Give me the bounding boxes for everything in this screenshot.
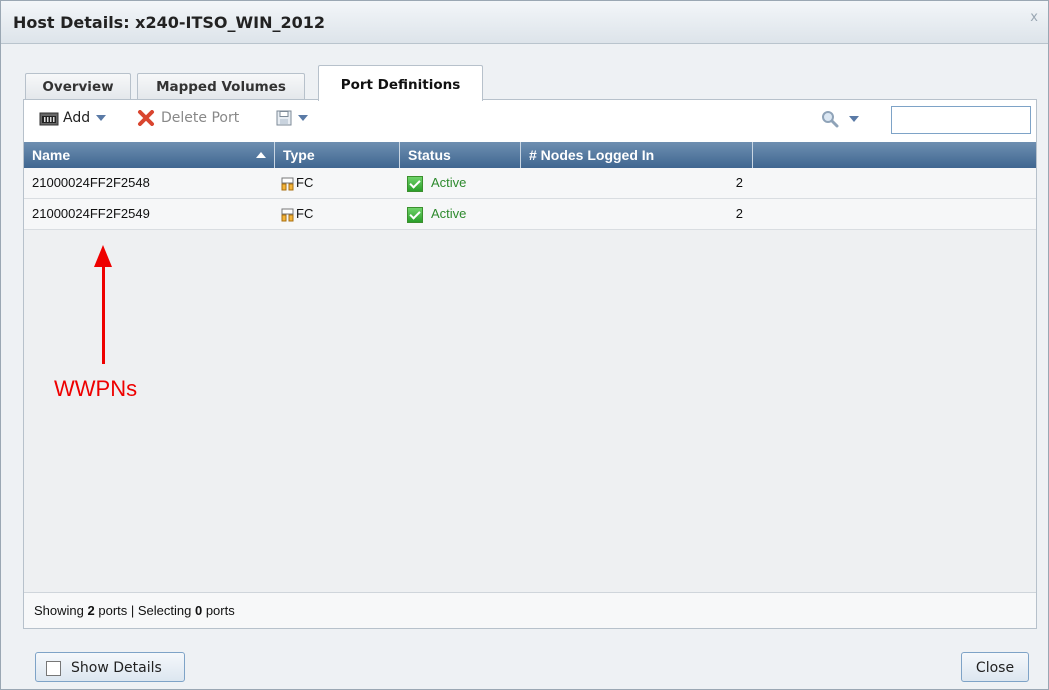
port-definitions-panel: Add Delete Port Name Type Status # Nodes…	[23, 99, 1037, 629]
port-status-label: Active	[431, 175, 467, 190]
red-x-icon	[138, 110, 154, 126]
annotation-label: WWPNs	[54, 376, 138, 401]
port-status: Active	[407, 168, 466, 198]
port-status-label: Active	[431, 206, 467, 221]
ports-count: 2	[87, 603, 95, 618]
tab-mapped-volumes[interactable]: Mapped Volumes	[137, 73, 305, 100]
port-status: Active	[407, 199, 466, 229]
fc-port-icon	[281, 177, 294, 191]
table-header: Name Type Status # Nodes Logged In	[24, 142, 1036, 168]
status-prefix: Showing	[34, 603, 84, 618]
chevron-down-icon	[298, 115, 308, 121]
save-menu-button[interactable]	[276, 110, 308, 126]
table-row[interactable]: 21000024FF2F2548 FC Active 2	[24, 168, 1036, 199]
tab-port-definitions[interactable]: Port Definitions	[318, 65, 483, 101]
column-header-nodes-logged-in[interactable]: # Nodes Logged In	[521, 142, 753, 168]
show-details-label: Show Details	[71, 660, 162, 676]
status-middle: ports | Selecting	[98, 603, 192, 618]
status-suffix: ports	[205, 603, 235, 618]
nodes-logged-in: 2	[735, 206, 743, 221]
close-icon[interactable]: x	[1030, 10, 1038, 25]
column-header-status[interactable]: Status	[400, 142, 521, 168]
tab-overview[interactable]: Overview	[25, 73, 131, 100]
port-name: 21000024FF2F2548	[32, 175, 150, 190]
column-header-name-label: Name	[32, 147, 71, 163]
port-name: 21000024FF2F2549	[32, 206, 150, 221]
green-check-icon	[407, 175, 423, 192]
port-type-label: FC	[296, 206, 314, 221]
port-type-label: FC	[296, 175, 314, 190]
host-details-dialog: Host Details: x240-ITSO_WIN_2012 x Overv…	[0, 0, 1049, 690]
show-details-checkbox[interactable]	[46, 660, 61, 676]
add-menu-button[interactable]: Add	[39, 110, 107, 126]
table-body: 21000024FF2F2548 FC Active 2 21000024FF2…	[24, 168, 1036, 592]
fc-port-icon	[281, 208, 294, 222]
column-header-type[interactable]: Type	[275, 142, 400, 168]
column-header-name[interactable]: Name	[24, 142, 275, 168]
host-port-icon	[39, 112, 59, 126]
chevron-down-icon	[96, 115, 107, 121]
nodes-logged-in: 2	[735, 175, 743, 190]
sort-ascending-icon	[256, 152, 266, 158]
chevron-down-icon	[849, 116, 859, 122]
add-label: Add	[63, 110, 91, 126]
dialog-title: Host Details: x240-ITSO_WIN_2012	[13, 13, 326, 32]
magnifier-icon	[822, 111, 839, 128]
delete-port-label: Delete Port	[161, 110, 240, 126]
delete-port-button[interactable]: Delete Port	[137, 110, 239, 126]
green-check-icon	[407, 206, 423, 223]
close-button[interactable]: Close	[961, 652, 1029, 682]
floppy-disk-icon	[276, 110, 292, 126]
search-input[interactable]	[891, 106, 1031, 134]
annotation-arrow-line	[102, 262, 105, 364]
show-details-button[interactable]: Show Details	[35, 652, 185, 682]
port-type: FC	[281, 168, 313, 198]
toolbar: Add Delete Port	[24, 100, 1036, 140]
selected-count: 0	[194, 603, 203, 618]
search-menu-button[interactable]	[821, 110, 859, 128]
status-bar: Showing 2 ports | Selecting 0 ports	[24, 592, 1036, 628]
title-bar: Host Details: x240-ITSO_WIN_2012 x	[1, 1, 1048, 44]
table-row[interactable]: 21000024FF2F2549 FC Active 2	[24, 199, 1036, 230]
port-type: FC	[281, 199, 313, 229]
